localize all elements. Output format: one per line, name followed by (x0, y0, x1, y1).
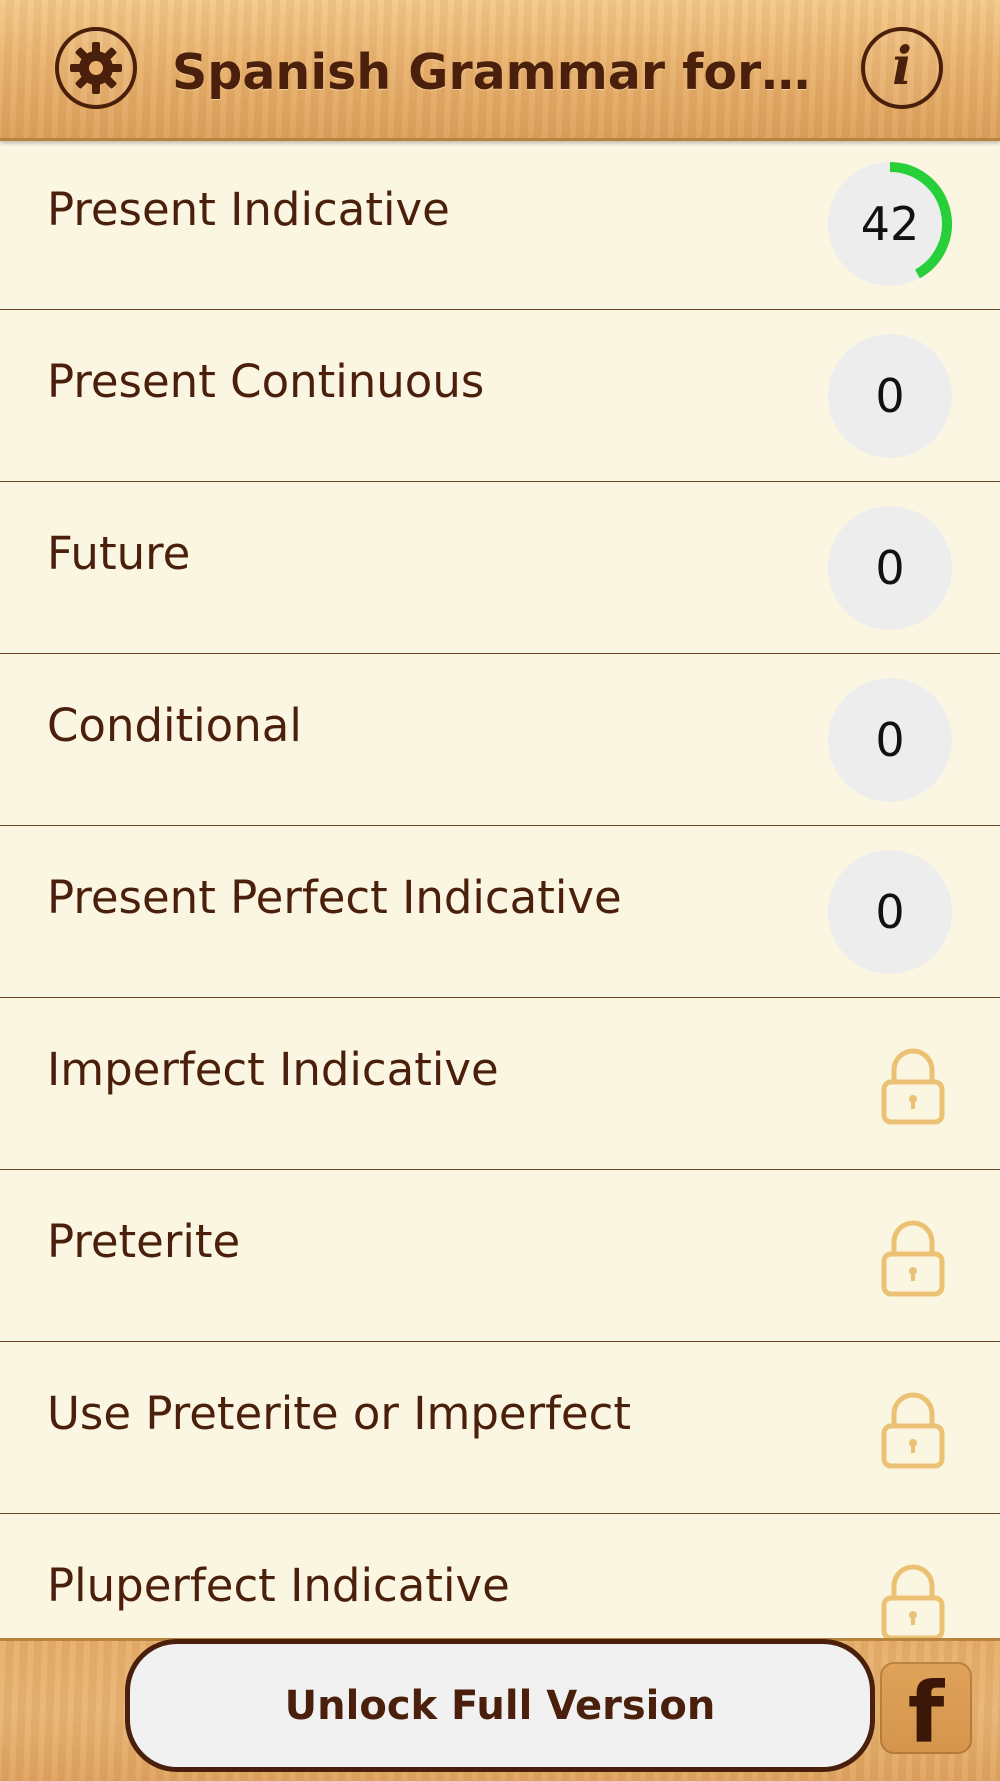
facebook-button[interactable]: f (880, 1662, 972, 1762)
progress-count: 0 (875, 885, 905, 939)
lesson-row-use-preterite-or-imperfect[interactable]: Use Preterite or Imperfect (0, 1342, 1000, 1514)
top-bar: Spanish Grammar for… i (0, 0, 1000, 141)
lesson-row-future[interactable]: Future 0 (0, 482, 1000, 654)
progress-count: 0 (875, 541, 905, 595)
lesson-label: Preterite (47, 1215, 241, 1268)
lesson-label: Pluperfect Indicative (47, 1559, 510, 1612)
unlock-full-version-button[interactable]: Unlock Full Version (125, 1639, 875, 1772)
lesson-row-conditional[interactable]: Conditional 0 (0, 654, 1000, 826)
lesson-row-present-perfect-indicative[interactable]: Present Perfect Indicative 0 (0, 826, 1000, 998)
lesson-row-present-continuous[interactable]: Present Continuous 0 (0, 310, 1000, 482)
progress-badge: 0 (828, 850, 952, 974)
facebook-icon: f (907, 1664, 945, 1762)
lesson-row-pluperfect-indicative[interactable]: Pluperfect Indicative (0, 1514, 1000, 1638)
lesson-label: Conditional (47, 699, 302, 752)
progress-badge: 0 (828, 334, 952, 458)
settings-button[interactable] (55, 27, 137, 109)
lesson-label: Present Continuous (47, 355, 485, 408)
info-button[interactable]: i (861, 27, 943, 109)
lock-icon (881, 1392, 945, 1469)
lock-icon (881, 1220, 945, 1297)
lock-icon (881, 1564, 945, 1638)
lesson-list[interactable]: Present Indicative 42 Present Continuous… (0, 138, 1000, 1638)
progress-count: 42 (860, 197, 920, 251)
lesson-row-imperfect-indicative[interactable]: Imperfect Indicative (0, 998, 1000, 1170)
progress-badge: 0 (828, 506, 952, 630)
lesson-label: Future (47, 527, 191, 580)
progress-badge: 42 (828, 162, 952, 286)
lesson-label: Use Preterite or Imperfect (47, 1387, 631, 1440)
info-icon: i (892, 36, 912, 97)
lesson-label: Present Perfect Indicative (47, 871, 622, 924)
progress-count: 0 (875, 369, 905, 423)
lesson-label: Imperfect Indicative (47, 1043, 499, 1096)
lesson-row-preterite[interactable]: Preterite (0, 1170, 1000, 1342)
lesson-row-present-indicative[interactable]: Present Indicative 42 (0, 138, 1000, 310)
lesson-label: Present Indicative (47, 183, 450, 236)
progress-count: 0 (875, 713, 905, 767)
gear-icon (70, 42, 122, 94)
page-title: Spanish Grammar for… (172, 44, 811, 101)
progress-badge: 0 (828, 678, 952, 802)
lock-icon (881, 1048, 945, 1125)
